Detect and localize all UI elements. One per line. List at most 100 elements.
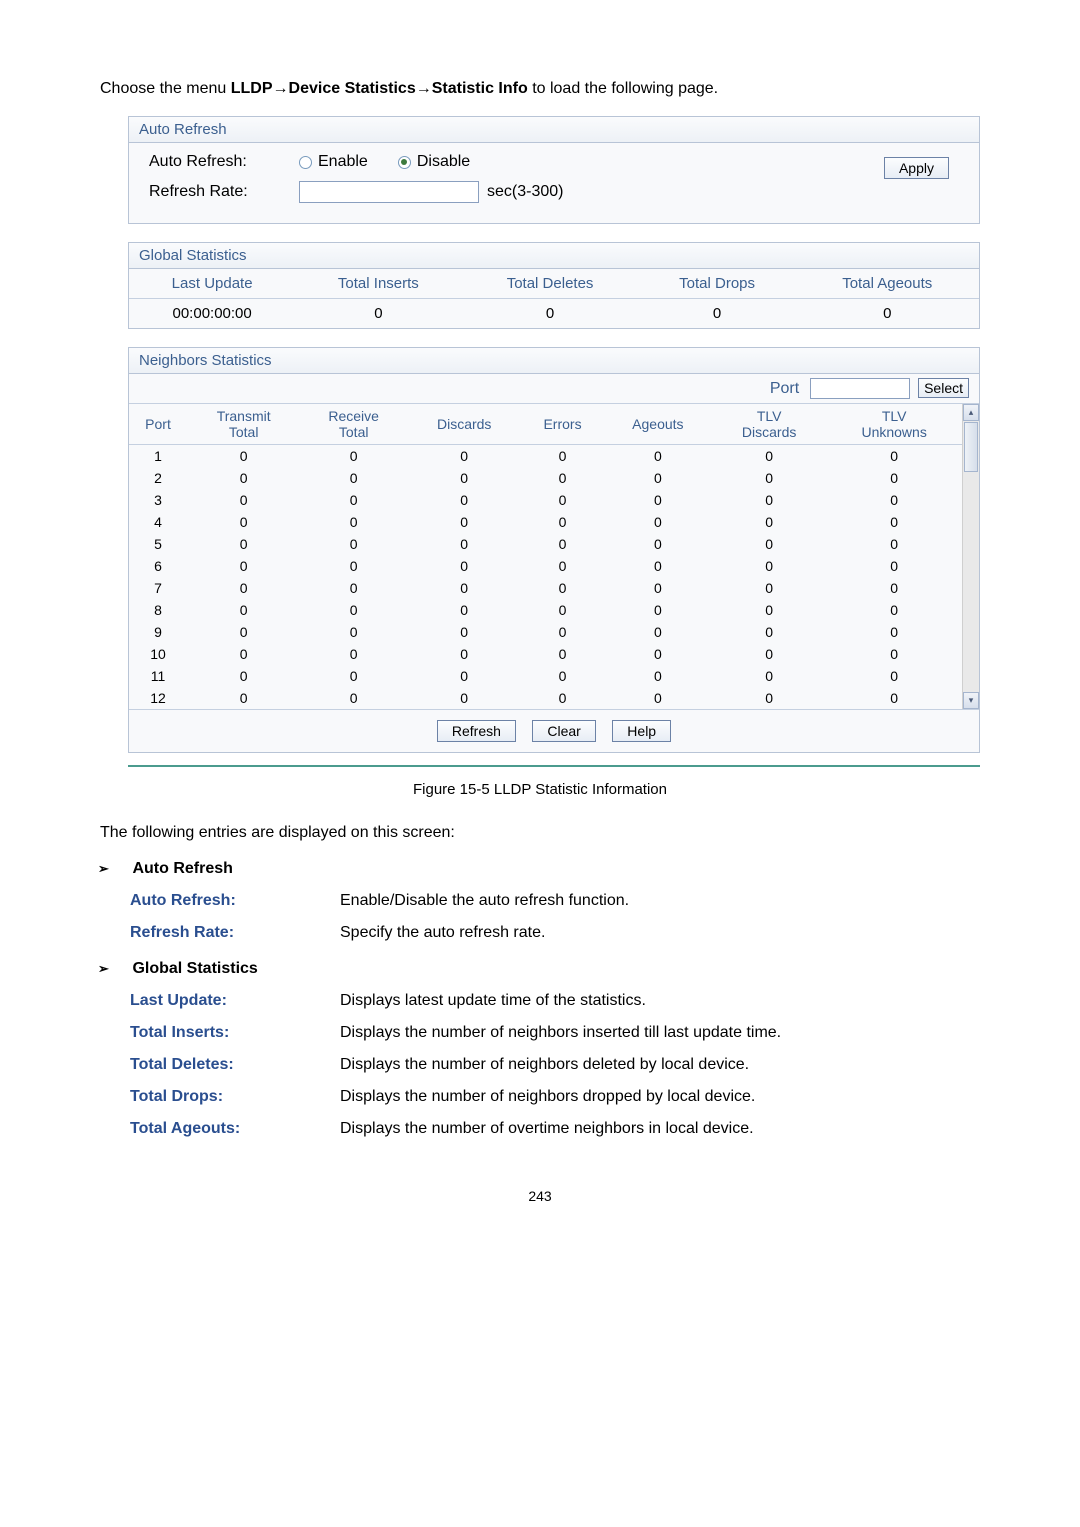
- scroll-up-icon[interactable]: ▴: [963, 404, 979, 421]
- cell: 0: [300, 621, 407, 643]
- cell-total-ageouts: 0: [796, 299, 979, 329]
- cell: 0: [712, 533, 826, 555]
- cell: 0: [826, 489, 962, 511]
- cell: 0: [300, 533, 407, 555]
- cell: 11: [129, 665, 187, 687]
- refresh-rate-field-label: Refresh Rate:: [149, 183, 299, 201]
- cell: 4: [129, 511, 187, 533]
- cell: 0: [604, 467, 712, 489]
- refresh-rate-input[interactable]: [299, 181, 479, 203]
- cell: 0: [407, 577, 521, 599]
- desc-text: Displays the number of neighbors deleted…: [340, 1056, 980, 1074]
- cell: 0: [826, 687, 962, 709]
- select-button[interactable]: Select: [918, 378, 969, 398]
- cell: 0: [521, 687, 603, 709]
- cell: 0: [407, 489, 521, 511]
- desc-label: Last Update:: [130, 992, 340, 1010]
- cell: 0: [712, 599, 826, 621]
- cell: 0: [521, 665, 603, 687]
- breadcrumb-0: LLDP: [231, 80, 273, 97]
- cell: 9: [129, 621, 187, 643]
- cell: 0: [826, 643, 962, 665]
- scroll-down-icon[interactable]: ▾: [963, 692, 979, 709]
- desc-row: Total Drops:Displays the number of neigh…: [100, 1088, 980, 1106]
- scroll-track: [963, 473, 979, 692]
- desc-row: Auto Refresh:Enable/Disable the auto ref…: [100, 892, 980, 910]
- cell: 0: [187, 511, 300, 533]
- refresh-button[interactable]: Refresh: [437, 720, 516, 742]
- cell: 0: [826, 577, 962, 599]
- cell: 0: [521, 621, 603, 643]
- cell: 7: [129, 577, 187, 599]
- global-stats-table: Last Update Total Inserts Total Deletes …: [129, 269, 979, 328]
- auto-refresh-panel: Auto Refresh Auto Refresh: Enable Disabl…: [128, 116, 980, 224]
- bullet-icon: ➢: [98, 861, 114, 877]
- cell: 0: [712, 511, 826, 533]
- cell: 0: [604, 643, 712, 665]
- col-last-update: Last Update: [129, 269, 295, 299]
- intro-prefix: Choose the menu: [100, 80, 231, 97]
- help-button[interactable]: Help: [612, 720, 671, 742]
- neighbors-table: PortTransmitTotalReceiveTotalDiscardsErr…: [129, 404, 962, 709]
- port-filter-input[interactable]: [810, 378, 910, 399]
- cell: 0: [712, 621, 826, 643]
- cell: 0: [407, 533, 521, 555]
- neighbors-col-5: Ageouts: [604, 404, 712, 445]
- cell: 0: [407, 665, 521, 687]
- cell: 0: [712, 577, 826, 599]
- neighbors-col-6: TLVDiscards: [712, 404, 826, 445]
- cell: 0: [604, 687, 712, 709]
- cell: 0: [407, 467, 521, 489]
- desc-row: Refresh Rate:Specify the auto refresh ra…: [100, 924, 980, 942]
- cell: 0: [187, 467, 300, 489]
- enable-radio[interactable]: Enable: [299, 153, 368, 171]
- cell: 0: [187, 687, 300, 709]
- cell: 0: [187, 533, 300, 555]
- desc-label: Auto Refresh:: [130, 892, 340, 910]
- cell: 0: [300, 511, 407, 533]
- cell: 0: [604, 599, 712, 621]
- cell: 0: [187, 643, 300, 665]
- table-row: 10000000: [129, 445, 962, 468]
- breadcrumb-2: Statistic Info: [432, 80, 528, 97]
- cell: 0: [604, 621, 712, 643]
- cell: 0: [187, 445, 300, 468]
- radio-off-icon: [299, 156, 312, 169]
- desc-label: Refresh Rate:: [130, 924, 340, 942]
- cell: 0: [521, 445, 603, 468]
- cell: 12: [129, 687, 187, 709]
- cell: 0: [521, 533, 603, 555]
- scrollbar[interactable]: ▴ ▾: [962, 404, 979, 709]
- clear-button[interactable]: Clear: [532, 720, 595, 742]
- cell: 6: [129, 555, 187, 577]
- desc-text: Specify the auto refresh rate.: [340, 924, 980, 942]
- neighbors-col-0: Port: [129, 404, 187, 445]
- entries-intro: The following entries are displayed on t…: [100, 824, 980, 842]
- cell: 0: [521, 555, 603, 577]
- cell: 0: [521, 577, 603, 599]
- cell: 0: [407, 643, 521, 665]
- global-stats-row: 00:00:00:00 0 0 0 0: [129, 299, 979, 329]
- scroll-thumb[interactable]: [964, 422, 978, 472]
- bullet-icon: ➢: [98, 961, 114, 977]
- cell: 3: [129, 489, 187, 511]
- cell: 0: [604, 577, 712, 599]
- cell: 0: [604, 445, 712, 468]
- desc-label: Total Deletes:: [130, 1056, 340, 1074]
- apply-button[interactable]: Apply: [884, 157, 949, 179]
- cell: 0: [521, 599, 603, 621]
- cell: 0: [300, 489, 407, 511]
- cell: 0: [712, 445, 826, 468]
- cell: 0: [826, 665, 962, 687]
- table-row: 90000000: [129, 621, 962, 643]
- cell: 0: [826, 511, 962, 533]
- cell: 0: [826, 621, 962, 643]
- disable-radio[interactable]: Disable: [398, 153, 470, 171]
- breadcrumb: LLDP→Device Statistics→Statistic Info: [231, 80, 532, 97]
- cell: 0: [712, 643, 826, 665]
- cell: 0: [300, 577, 407, 599]
- desc-text: Displays latest update time of the stati…: [340, 992, 980, 1010]
- col-total-deletes: Total Deletes: [461, 269, 638, 299]
- neighbors-title: Neighbors Statistics: [129, 348, 979, 374]
- table-row: 30000000: [129, 489, 962, 511]
